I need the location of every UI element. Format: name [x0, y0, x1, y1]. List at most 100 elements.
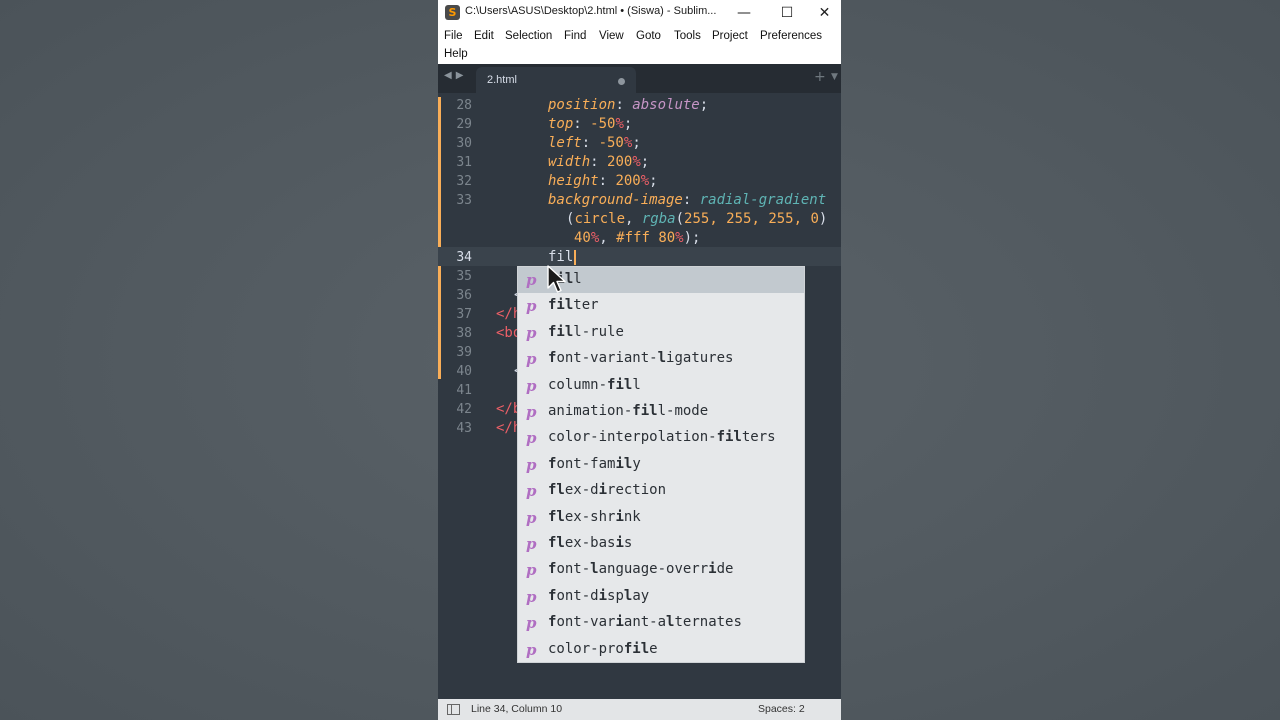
- autocomplete-item[interactable]: p fill-rule: [518, 320, 804, 346]
- menu-edit[interactable]: Edit: [474, 30, 494, 42]
- menu-view[interactable]: View: [599, 30, 624, 42]
- line-number-43: 43: [456, 421, 472, 436]
- line-number-35: 35: [456, 269, 472, 284]
- menu-help[interactable]: Help: [444, 48, 468, 60]
- menu-bar: File Edit Selection Find View Goto Tools…: [438, 26, 841, 64]
- property-kind-icon: p: [526, 271, 537, 289]
- code-line-33-wrap-1: (circle, rgba(255, 255, 255, 0): [566, 211, 828, 227]
- line-number-42: 42: [456, 402, 472, 417]
- modified-lines-gutter-marker: [438, 97, 441, 379]
- panel-toggle-icon[interactable]: [447, 704, 460, 715]
- code-line-33-wrap-2: 40%, #fff 80%);: [574, 230, 701, 246]
- property-kind-icon: p: [526, 614, 537, 633]
- close-button[interactable]: ✕: [808, 0, 841, 26]
- property-kind-icon: p: [526, 455, 537, 474]
- mouse-pointer-icon: [547, 265, 566, 293]
- autocomplete-item-label: column-fill: [548, 376, 641, 393]
- autocomplete-item-label: fill-rule: [548, 323, 624, 340]
- line-number-36: 36: [456, 288, 472, 303]
- property-kind-icon: p: [526, 429, 537, 448]
- line-number-28: 28: [456, 98, 472, 113]
- autocomplete-item-label: font-display: [548, 587, 650, 604]
- tab-bar: ◀▶ 2.html + ▼: [438, 64, 841, 93]
- autocomplete-item-label: flex-basis: [548, 535, 633, 551]
- autocomplete-item[interactable]: p font-display: [518, 584, 804, 610]
- menu-preferences[interactable]: Preferences: [760, 30, 822, 42]
- autocomplete-item-label: animation-fill-mode: [548, 403, 709, 419]
- autocomplete-item-label: font-variant-alternates: [548, 614, 742, 631]
- autocomplete-item-label: flex-shrink: [548, 508, 641, 525]
- code-line-30: left: -50%;: [548, 135, 641, 151]
- property-kind-icon: p: [526, 508, 537, 527]
- tab-nav-arrows-icon[interactable]: ◀▶: [444, 70, 467, 81]
- title-bar: S C:\Users\ASUS\Desktop\2.html • (Siswa)…: [438, 0, 841, 26]
- line-number-37: 37: [456, 307, 472, 322]
- property-kind-icon: p: [526, 376, 537, 395]
- menu-selection[interactable]: Selection: [505, 30, 552, 42]
- autocomplete-item-label: color-profile: [548, 640, 658, 657]
- line-number-31: 31: [456, 155, 472, 170]
- status-bar: Line 34, Column 10 Spaces: 2: [438, 699, 841, 720]
- property-kind-icon: p: [526, 561, 537, 580]
- menu-project[interactable]: Project: [712, 30, 748, 42]
- property-kind-icon: p: [526, 323, 537, 342]
- menu-tools[interactable]: Tools: [674, 30, 701, 42]
- text-cursor: [574, 250, 576, 265]
- property-kind-icon: p: [526, 403, 537, 421]
- line-number-30: 30: [456, 136, 472, 151]
- autocomplete-item-label: filter: [548, 297, 599, 314]
- autocomplete-item[interactable]: p font-variant-ligatures: [518, 346, 804, 372]
- property-kind-icon: p: [526, 640, 537, 659]
- autocomplete-item[interactable]: p animation-fill-mode: [518, 399, 804, 425]
- code-line-29: top: -50%;: [548, 116, 633, 132]
- code-line-31: width: 200%;: [548, 154, 650, 170]
- window-title: C:\Users\ASUS\Desktop\2.html • (Siswa) -…: [465, 5, 717, 17]
- autocomplete-item[interactable]: p color-profile: [518, 637, 804, 663]
- cursor-position[interactable]: Line 34, Column 10: [471, 703, 562, 715]
- unsaved-dot-icon[interactable]: [618, 78, 625, 85]
- autocomplete-item-label: font-family: [548, 455, 641, 472]
- property-kind-icon: p: [526, 587, 537, 606]
- code-editor[interactable]: 28 29 30 31 32 33 34 35 36 37 38 39 40 41 42 43 positio…: [438, 93, 841, 699]
- line-number-41: 41: [456, 383, 472, 398]
- autocomplete-item-label: flex-direction: [548, 482, 667, 499]
- autocomplete-item[interactable]: p flex-basis: [518, 531, 804, 557]
- line-number-34: 34: [456, 250, 472, 265]
- tab-label: 2.html: [487, 74, 517, 86]
- caret-down-icon[interactable]: ▼: [831, 72, 838, 82]
- line-number-32: 32: [456, 174, 472, 189]
- sublime-text-icon: S: [445, 5, 460, 20]
- maximize-button[interactable]: ☐: [766, 0, 808, 26]
- code-line-33: background-image: radial-gradient: [548, 192, 827, 208]
- sublime-text-window: S C:\Users\ASUS\Desktop\2.html • (Siswa)…: [438, 0, 841, 720]
- current-line-highlight: [438, 247, 841, 266]
- autocomplete-item[interactable]: p font-variant-alternates: [518, 610, 804, 636]
- property-kind-icon: p: [526, 535, 537, 553]
- menu-goto[interactable]: Goto: [636, 30, 661, 42]
- line-number-33: 33: [456, 193, 472, 208]
- code-line-32: height: 200%;: [548, 173, 658, 189]
- autocomplete-item[interactable]: p color-interpolation-filters: [518, 425, 804, 451]
- line-number-40: 40: [456, 364, 472, 379]
- menu-find[interactable]: Find: [564, 30, 586, 42]
- minimize-button[interactable]: —: [723, 0, 765, 26]
- plus-icon[interactable]: +: [814, 69, 826, 85]
- autocomplete-item-label: font-language-override: [548, 561, 734, 578]
- code-line-34: fil: [548, 249, 574, 265]
- autocomplete-popup[interactable]: pfillpfilterpfill-rulepfont-variant-liga…: [517, 266, 805, 663]
- autocomplete-item[interactable]: p font-language-override: [518, 557, 804, 583]
- property-kind-icon: p: [526, 350, 537, 369]
- menu-file[interactable]: File: [444, 30, 463, 42]
- property-kind-icon: p: [526, 482, 537, 501]
- code-line-28: position: absolute;: [548, 97, 709, 113]
- autocomplete-item-label: font-variant-ligatures: [548, 350, 734, 367]
- indentation-setting[interactable]: Spaces: 2: [758, 703, 805, 715]
- autocomplete-item[interactable]: p flex-shrink: [518, 505, 804, 531]
- tab-2-html[interactable]: 2.html: [476, 67, 636, 93]
- autocomplete-item[interactable]: p flex-direction: [518, 478, 804, 504]
- autocomplete-item[interactable]: p column-fill: [518, 373, 804, 399]
- line-number-39: 39: [456, 345, 472, 360]
- autocomplete-item[interactable]: p font-family: [518, 452, 804, 478]
- property-kind-icon: p: [526, 297, 537, 316]
- autocomplete-item[interactable]: p filter: [518, 293, 804, 319]
